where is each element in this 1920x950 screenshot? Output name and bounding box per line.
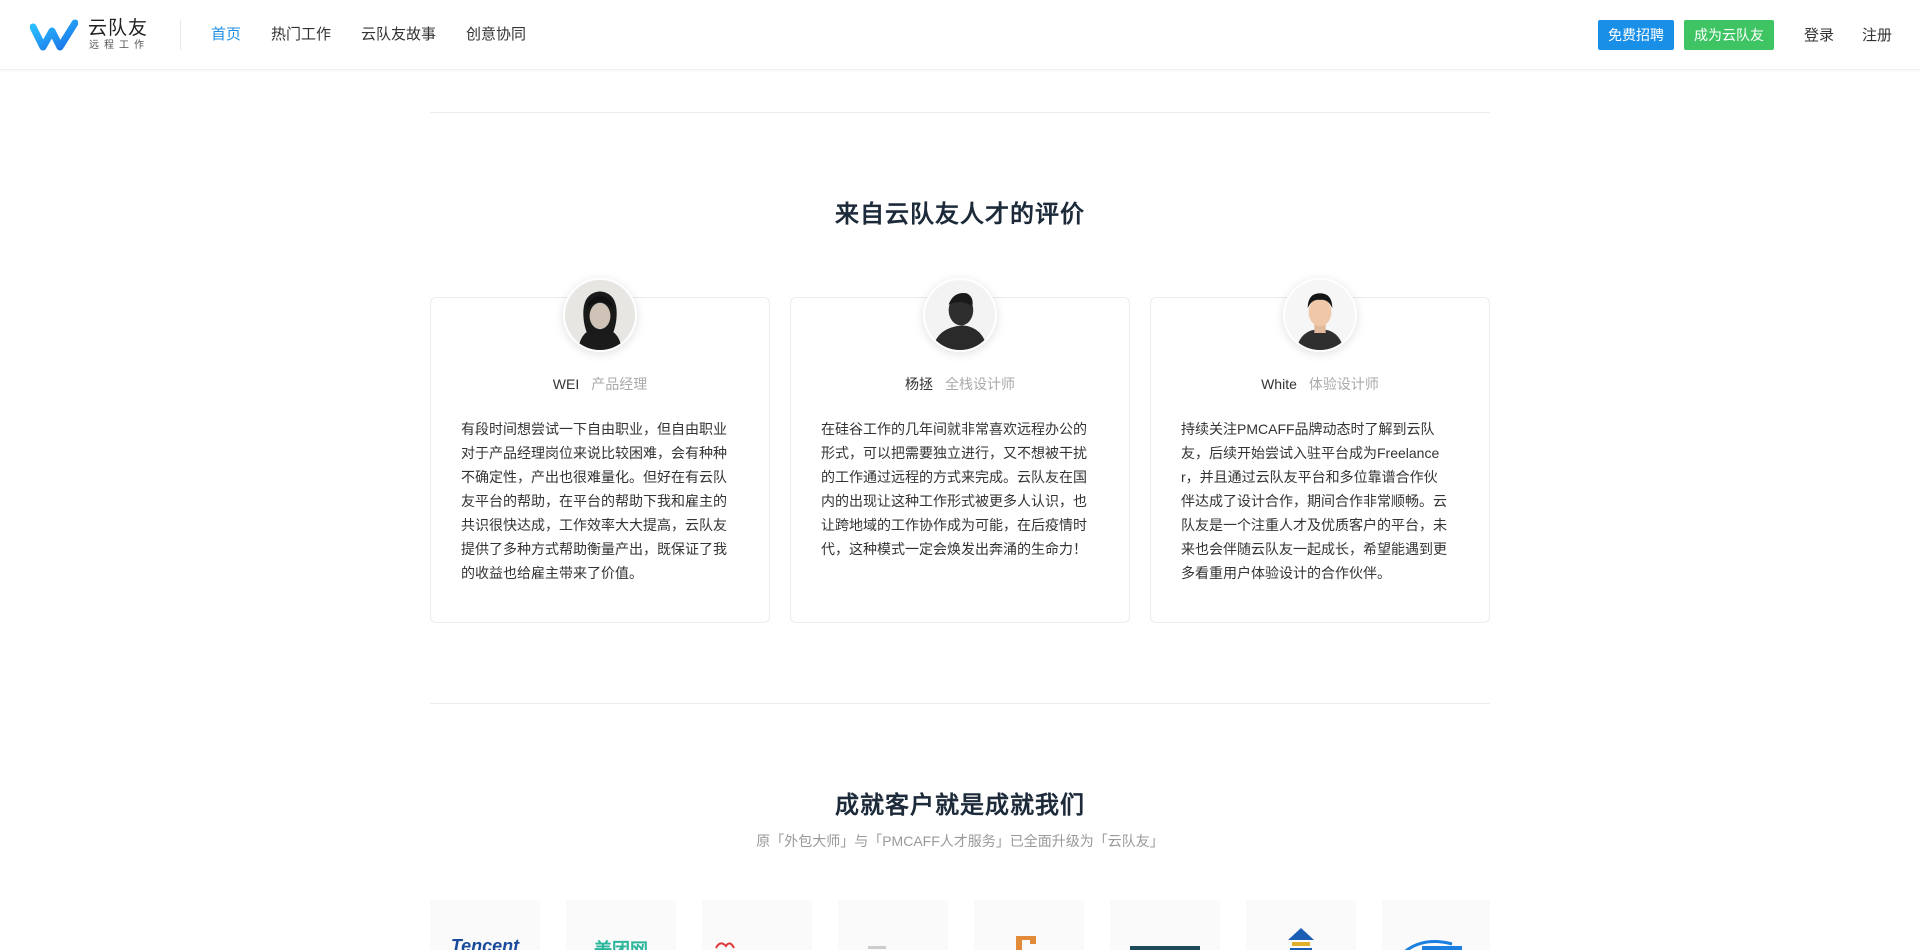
client-logo-strip: Tencent 美团网 [430,900,1490,950]
client-logo-5 [974,900,1084,950]
client-logo-7 [1246,900,1356,950]
ctrip-logo [1382,900,1490,950]
meituan-logo-text: 美团网 [594,940,648,950]
brand-logo[interactable]: 云队友 远程工作 [30,19,160,53]
testimonial-text: 在硅谷工作的几年间就非常喜欢远程办公的形式，可以把需要独立进行，又不想被干扰的工… [821,421,1087,557]
person-name: 杨拯 [905,376,933,392]
clients-subtitle: 原「外包大师」与「PMCAFF人才服务」已全面升级为「云队友」 [756,833,1164,849]
person-name: WEI [552,376,580,392]
main-nav: 首页 热门工作 云队友故事 创意协同 [211,0,556,70]
meituan-logo: 美团网 [566,900,676,950]
login-link[interactable]: 登录 [1804,24,1834,45]
person-role: 体验设计师 [1308,376,1379,392]
nav-item-home[interactable]: 首页 [211,0,241,70]
client-logo-6 [1110,900,1220,950]
testimonial-person: WEI 产品经理 [430,374,770,394]
header-divider [180,20,181,50]
testimonial-person: White 体验设计师 [1150,374,1490,394]
top-navbar: 云队友 远程工作 首页 热门工作 云队友故事 创意协同 免费招聘 成为云队友 登… [0,0,1920,70]
testimonial-person: 杨拯 全栈设计师 [790,374,1130,394]
testimonial-text: 有段时间想尝试一下自由职业，但自由职业对于产品经理岗位来说比较困难，会有种种不确… [461,421,727,581]
client-logo-3 [702,900,812,950]
avatar [1283,278,1357,352]
nav-item-hot-jobs[interactable]: 热门工作 [271,0,331,70]
brand-tagline: 远程工作 [89,40,149,51]
person-role: 全栈设计师 [945,376,1015,392]
avatar-wei-image [565,280,635,350]
tencent-logo-text: Tencent [450,936,520,950]
nav-item-stories[interactable]: 云队友故事 [361,0,436,70]
free-hire-button[interactable]: 免费招聘 [1598,20,1674,50]
person-name: White [1261,376,1297,392]
become-member-button[interactable]: 成为云队友 [1684,20,1774,50]
client-logo-4 [838,900,948,950]
tencent-logo: Tencent [430,900,540,950]
avatar [563,278,637,352]
avatar [923,278,997,352]
brand-name: 云队友 [88,18,149,39]
avatar-yang-image [925,280,995,350]
testimonial-text: 持续关注PMCAFF品牌动态时了解到云队友，后续开始尝试入驻平台成为Freela… [1181,421,1447,581]
person-role: 产品经理 [591,376,648,392]
clients-title: 成就客户就是成就我们 [835,792,1085,819]
testimonials-title: 来自云队友人才的评价 [835,201,1085,228]
nav-item-creative-collab[interactable]: 创意协同 [466,0,526,70]
avatar-white-image [1285,280,1355,350]
section-divider-top [430,112,1490,113]
register-link[interactable]: 注册 [1862,24,1892,45]
section-divider-clients [430,703,1490,704]
brand-logo-icon [30,19,78,51]
